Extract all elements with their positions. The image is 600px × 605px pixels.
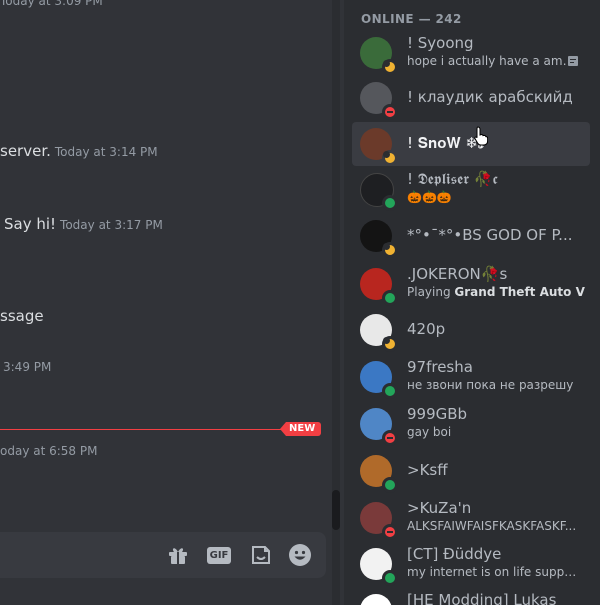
- member-status-text: Playing Grand Theft Auto V: [407, 285, 585, 299]
- status-dnd-icon: [382, 430, 398, 446]
- member-item[interactable]: 97fresha не звони пока не разрешу: [352, 355, 590, 399]
- member-name: ! 𝐒𝐧𝐨𝐖 ❄𝓼: [407, 134, 485, 152]
- member-item[interactable]: >KuZa'n ALKSFAIWFAISFKASKFASKF...: [352, 496, 590, 540]
- member-item[interactable]: [HE Modding] Lukas: [352, 588, 590, 605]
- message: ssage: [0, 306, 44, 325]
- member-item[interactable]: .JOKERON🥀s Playing Grand Theft Auto V: [352, 262, 590, 306]
- member-name: *°•¯*°•BS GOD OF P...: [407, 226, 573, 244]
- member-status-text: не звони пока не разрешу: [407, 378, 574, 392]
- status-idle-icon: [382, 59, 398, 75]
- member-item[interactable]: >Ksff: [352, 449, 590, 493]
- member-item[interactable]: 420p: [352, 308, 590, 352]
- message-timestamp: Today at 3:09 PM: [0, 0, 103, 8]
- message-text: server.: [0, 142, 51, 160]
- status-dnd-icon: [382, 104, 398, 120]
- member-name: .JOKERON🥀s: [407, 265, 508, 283]
- chat-area: Today at 3:09 PM server. Today at 3:14 PM…: [0, 0, 330, 605]
- member-name: >KuZa'n: [407, 499, 472, 517]
- gif-label: GIF: [206, 546, 232, 564]
- avatar: [360, 594, 392, 605]
- member-status-text: hope i actually have a ama...: [407, 54, 577, 68]
- member-status-text: gay boi: [407, 425, 452, 439]
- message-timestamp: oday at 6:58 PM: [0, 444, 98, 458]
- message-text: Say hi!: [4, 215, 57, 233]
- member-name: [CT] Ðüddye: [407, 545, 502, 563]
- member-list: ONLINE — 242 ! Syoong hope i actually ha…: [344, 0, 600, 605]
- online-header: ONLINE — 242: [361, 12, 462, 26]
- member-item[interactable]: 999GBb gay boi: [352, 402, 590, 446]
- status-idle-icon: [382, 336, 398, 352]
- member-item[interactable]: ! клаудик арабскийд: [352, 76, 590, 120]
- member-name: 420p: [407, 320, 446, 338]
- message-timestamp: Today at 3:14 PM: [54, 145, 158, 159]
- new-messages-divider: [0, 429, 292, 430]
- status-online-icon: [382, 383, 398, 399]
- member-name: ! Syoong: [407, 34, 474, 52]
- status-idle-icon: [382, 150, 398, 166]
- sticker-icon[interactable]: [248, 542, 274, 568]
- new-badge: NEW: [280, 422, 322, 436]
- message-timestamp: Today at 3:17 PM: [60, 218, 163, 232]
- activity-name: Grand Theft Auto V: [454, 285, 585, 299]
- message: Say hi! Today at 3:17 PM: [4, 214, 163, 233]
- member-name: 999GBb: [407, 405, 468, 423]
- note-icon: [568, 56, 578, 66]
- activity-prefix: Playing: [407, 285, 455, 299]
- member-name: 97fresha: [407, 358, 473, 376]
- member-name: >Ksff: [407, 461, 448, 479]
- member-name: [HE Modding] Lukas: [407, 591, 557, 605]
- gift-icon[interactable]: [165, 542, 191, 568]
- member-status-text: 🎃🎃🎃: [407, 190, 452, 204]
- member-item[interactable]: *°•¯*°•BS GOD OF P...: [352, 214, 590, 258]
- member-status-text: my internet is on life support...: [407, 565, 577, 579]
- chat-scroll-thumb[interactable]: [332, 490, 340, 530]
- member-item[interactable]: ! Syoong hope i actually have a ama...: [352, 31, 590, 75]
- message-timestamp: 3:49 PM: [3, 360, 52, 374]
- emoji-icon[interactable]: [287, 542, 313, 568]
- member-item[interactable]: ! 𝕯𝖊𝖕𝖑𝖎𝖘𝖊𝖗 🥀𝖈 🎃🎃🎃: [352, 167, 590, 211]
- status-idle-icon: [382, 242, 398, 258]
- status-online-icon: [382, 290, 398, 306]
- message-text: ssage: [0, 307, 44, 325]
- member-status-text: ALKSFAIWFAISFKASKFASKF...: [407, 519, 577, 533]
- member-name: ! клаудик арабскийд: [407, 88, 573, 106]
- pointer-cursor-icon: [474, 126, 488, 146]
- status-online-icon: [382, 477, 398, 493]
- member-name: ! 𝕯𝖊𝖕𝖑𝖎𝖘𝖊𝖗 🥀𝖈: [407, 170, 498, 188]
- message-composer[interactable]: GIF: [0, 532, 326, 578]
- member-item[interactable]: ! 𝐒𝐧𝐨𝐖 ❄𝓼: [352, 122, 590, 166]
- status-online-icon: [382, 570, 398, 586]
- message: server. Today at 3:14 PM: [0, 141, 158, 160]
- status-dnd-icon: [382, 524, 398, 540]
- member-item[interactable]: [CT] Ðüddye my internet is on life suppo…: [352, 542, 590, 586]
- status-online-icon: [382, 195, 398, 211]
- gif-button[interactable]: GIF: [205, 542, 233, 568]
